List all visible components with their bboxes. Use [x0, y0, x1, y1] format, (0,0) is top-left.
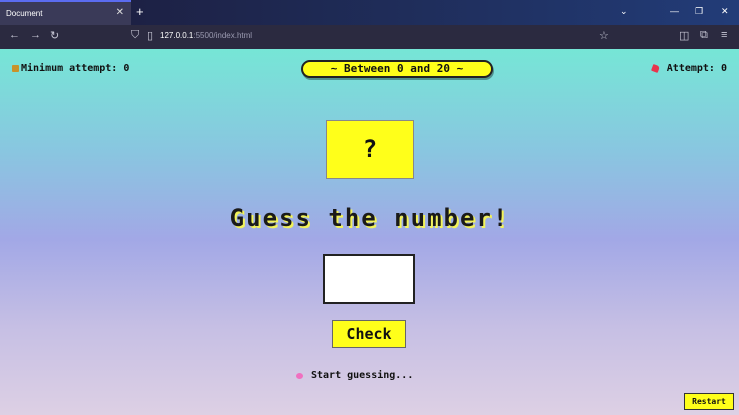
close-tab-icon[interactable]: ✕: [116, 7, 124, 18]
shield-icon[interactable]: ⛉: [131, 29, 139, 42]
extensions-icon[interactable]: ⧉: [700, 29, 708, 42]
status-message: Start guessing...: [296, 370, 413, 381]
attempt-label: Attempt: 0: [666, 63, 727, 74]
reload-icon[interactable]: ↻: [50, 29, 59, 42]
restart-button[interactable]: Restart: [684, 393, 734, 410]
close-window-icon[interactable]: ✕: [721, 6, 729, 17]
tab-document[interactable]: Document ✕: [0, 0, 131, 25]
tab-list-icon[interactable]: ⌄: [620, 6, 628, 17]
address-bar[interactable]: 127.0.0.1:5500/index.html: [160, 31, 252, 40]
page-icon: ▯: [147, 30, 154, 42]
range-badge: ~ Between 0 and 20 ~: [301, 60, 493, 78]
heart-icon: [650, 64, 660, 73]
new-tab-icon[interactable]: +: [136, 4, 144, 19]
guess-input[interactable]: [323, 254, 415, 304]
minimize-icon[interactable]: —: [670, 6, 679, 16]
browser-nav-bar: ← → ↻ ⛉ ▯ 127.0.0.1:5500/index.html ☆ ◫ …: [0, 25, 739, 49]
minimum-attempt: Minimum attempt: 0: [12, 63, 129, 74]
restore-icon[interactable]: ❐: [695, 6, 703, 17]
app-menu-icon[interactable]: ≡: [721, 29, 727, 41]
game-page: Minimum attempt: 0 ~ Between 0 and 20 ~ …: [0, 49, 739, 415]
url-host: 127.0.0.1: [160, 31, 194, 40]
page-title: Guess the number!: [229, 204, 510, 232]
secret-number-box: ?: [326, 120, 414, 179]
pocket-icon[interactable]: ◫: [679, 29, 689, 42]
bookmark-star-icon[interactable]: ☆: [599, 29, 609, 42]
tab-title: Document: [6, 9, 43, 18]
lock-icon: [12, 65, 19, 72]
status-message-text: Start guessing...: [311, 370, 414, 381]
forward-icon[interactable]: →: [30, 29, 41, 41]
attempt-counter: Attempt: 0: [650, 63, 727, 74]
minimum-attempt-label: Minimum attempt: 0: [21, 63, 130, 74]
speech-bubble-icon: [296, 373, 303, 379]
check-button[interactable]: Check: [332, 320, 406, 348]
browser-tab-bar: Document ✕ + ⌄ — ❐ ✕: [0, 0, 739, 25]
url-path: :5500/index.html: [193, 31, 253, 40]
back-icon[interactable]: ←: [9, 29, 20, 41]
